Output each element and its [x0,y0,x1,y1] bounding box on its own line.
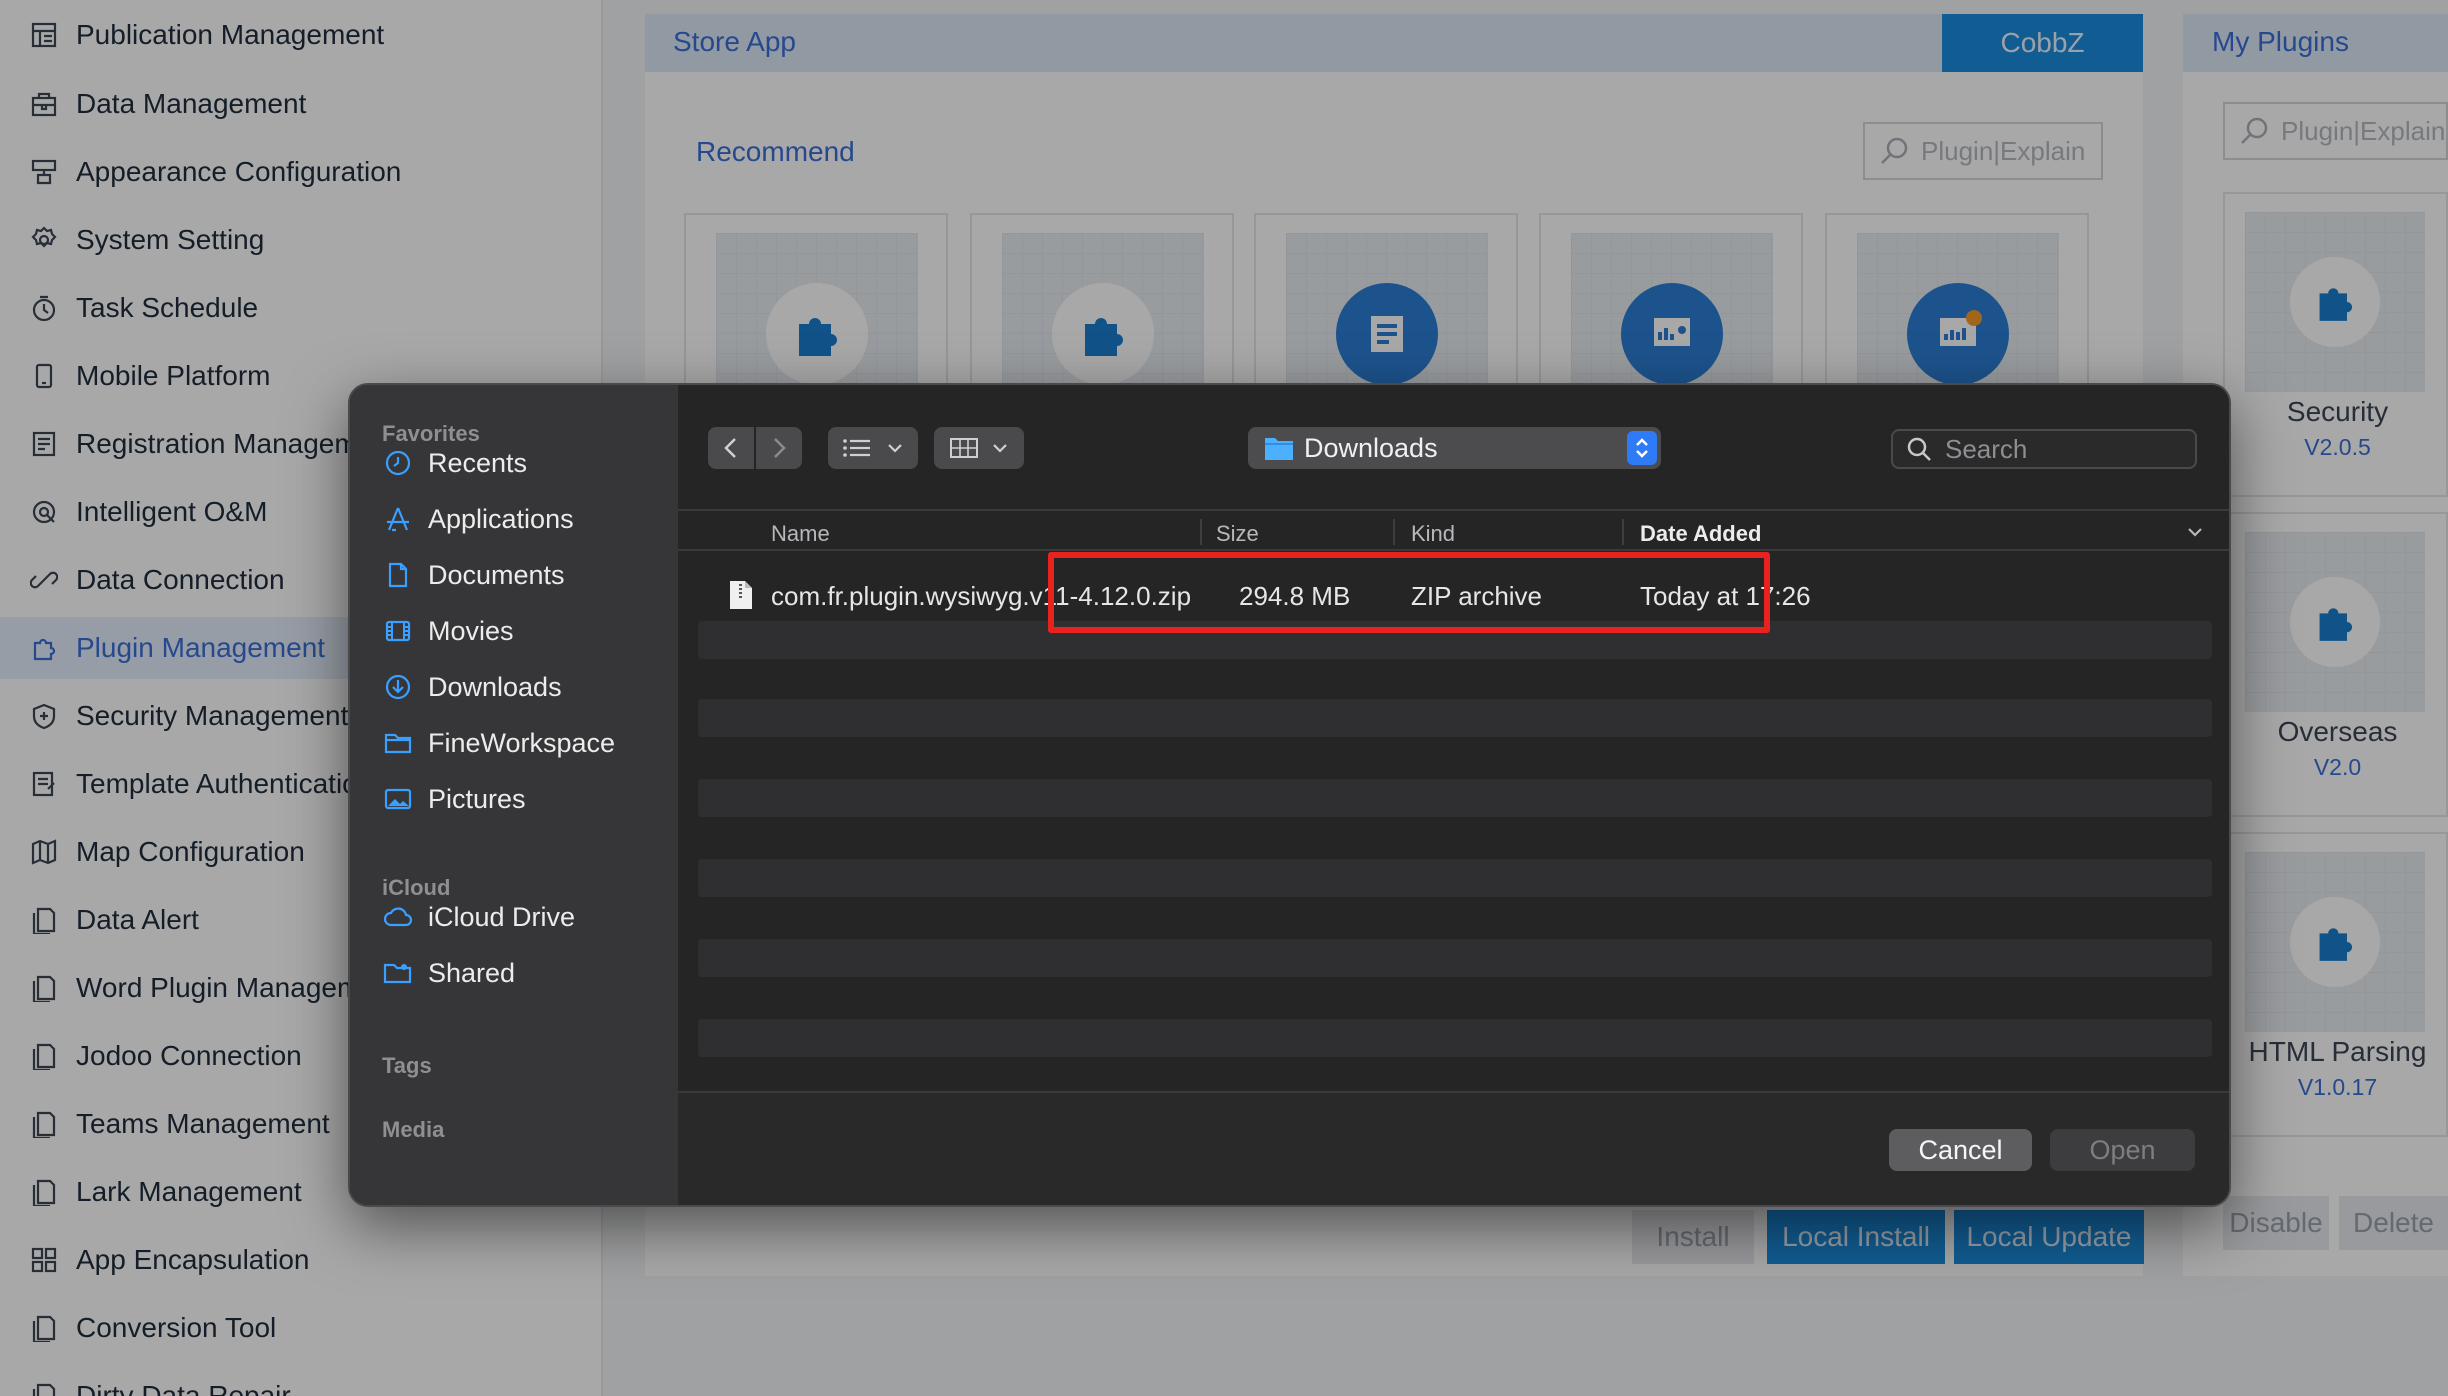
search-icon [1907,437,1931,461]
cancel-button[interactable]: Cancel [1889,1129,2032,1171]
favorite-label: Pictures [428,783,526,814]
file-list-header: Name Size Kind Date Added [678,509,2229,551]
back-button[interactable] [708,427,754,469]
column-size[interactable]: Size [1216,521,1259,547]
applications-icon [382,503,414,535]
chevron-right-icon [774,438,786,458]
chevron-down-icon [888,444,902,453]
grid-view-icon [950,438,978,458]
column-date-added[interactable]: Date Added [1640,521,1761,547]
picture-icon [382,783,414,815]
chevron-down-icon [993,444,1007,453]
favorite-label: Recents [428,447,528,478]
favorite-label: Movies [428,615,514,646]
highlight-annotation [1048,552,1770,633]
icloud-label: Shared [428,957,516,988]
list-view-icon [843,439,870,457]
location-label: Downloads [1304,432,1438,463]
clock-icon [382,447,414,479]
sidebar-icloud-drive[interactable]: iCloud Drive [382,895,575,939]
stepper-icon [1627,431,1657,465]
icloud-label: iCloud Drive [428,901,576,932]
cloud-icon [382,901,414,933]
sidebar-favorite-pictures[interactable]: Pictures [382,777,526,821]
chevron-left-icon [724,438,736,458]
favorite-label: Downloads [428,671,562,702]
document-icon [382,559,414,591]
folder-icon [1265,438,1293,460]
dialog-main: Downloads Search Name Size Kind Date Add… [678,385,2229,1205]
film-icon [382,615,414,647]
dialog-search-input[interactable]: Search [1891,429,2197,469]
download-icon [382,671,414,703]
chevron-down-icon[interactable] [2186,523,2204,541]
folder-icon [382,727,414,759]
location-dropdown[interactable]: Downloads [1248,427,1661,469]
dialog-sidebar: Favorites Recents Applications Documents… [350,385,678,1205]
shared-folder-icon [382,957,414,989]
file-open-dialog: Favorites Recents Applications Documents… [348,383,2231,1207]
list-view-button[interactable] [828,427,918,469]
sidebar-favorite-applications[interactable]: Applications [382,497,574,541]
grid-view-button[interactable] [934,427,1024,469]
sidebar-icloud-shared[interactable]: Shared [382,951,515,995]
favorite-label: Applications [428,503,574,534]
sidebar-favorite-movies[interactable]: Movies [382,609,514,653]
dialog-search-placeholder: Search [1945,433,2028,464]
column-kind[interactable]: Kind [1411,521,1455,547]
sidebar-favorite-recents[interactable]: Recents [382,441,527,485]
file-icon [730,581,752,609]
column-name[interactable]: Name [771,521,830,547]
favorite-label: Documents [428,559,565,590]
open-button[interactable]: Open [2050,1129,2195,1171]
sidebar-favorite-documents[interactable]: Documents [382,553,565,597]
media-header[interactable]: Media [382,1117,444,1143]
forward-button[interactable] [756,427,802,469]
sidebar-favorite-downloads[interactable]: Downloads [382,665,562,709]
tags-header[interactable]: Tags [382,1053,432,1079]
sidebar-favorite-fineworkspace[interactable]: FineWorkspace [382,721,615,765]
favorite-label: FineWorkspace [428,727,616,758]
